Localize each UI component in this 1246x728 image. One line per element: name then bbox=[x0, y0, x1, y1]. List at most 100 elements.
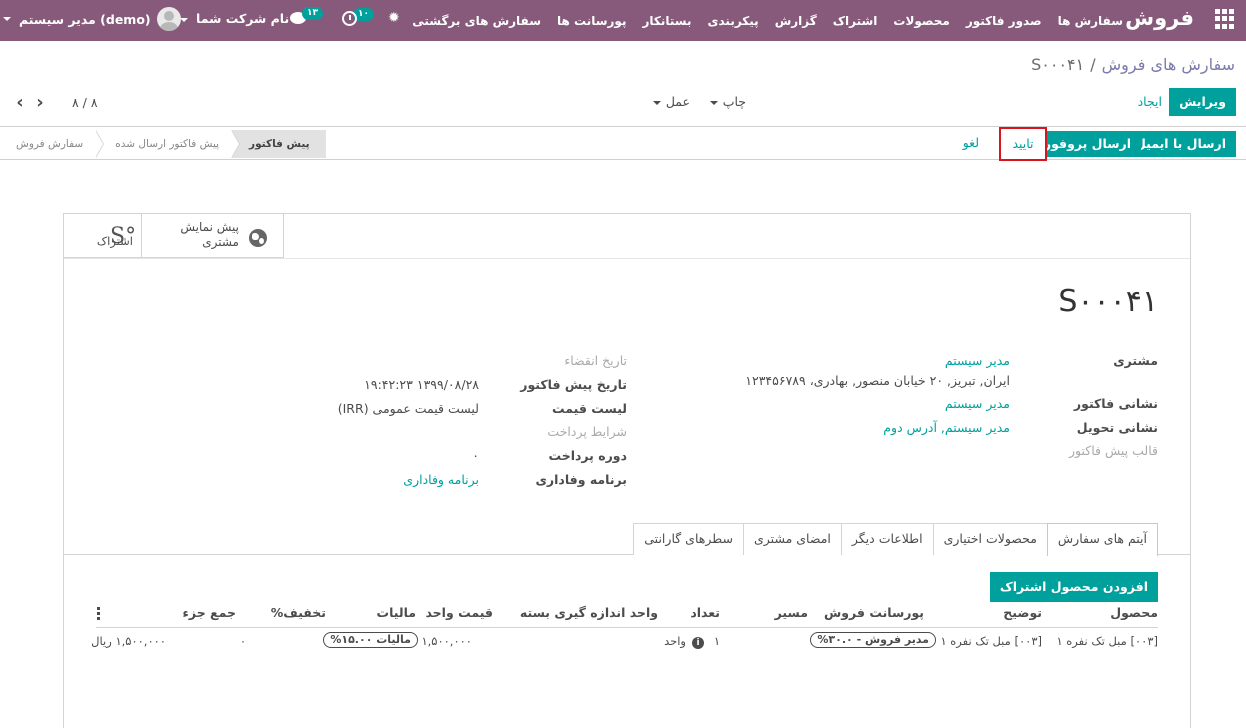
tab-warranty-lines[interactable]: سطرهای گارانتی bbox=[633, 523, 744, 555]
expiration-label: تاریخ انقضاء bbox=[564, 353, 627, 368]
cell-discount: ۰ bbox=[239, 634, 246, 648]
payment-period-value: ۰ bbox=[472, 448, 479, 463]
send-proforma-button[interactable]: ارسال پروفورما bbox=[1031, 131, 1141, 157]
invoice-address-label: نشانی فاکتور bbox=[1073, 396, 1158, 411]
column-commission[interactable]: پورسانت فروش bbox=[824, 605, 924, 620]
breadcrumb-parent[interactable]: سفارش های فروش bbox=[1102, 55, 1235, 74]
tab-optional-products[interactable]: محصولات اختیاری bbox=[932, 523, 1048, 555]
systray: ✹ ۱۰ ۱۳ نام شرکت شما مدیر سیستم (demo) bbox=[0, 0, 420, 41]
chevron-down-icon bbox=[3, 17, 11, 21]
cell-uom: iواحد bbox=[664, 634, 704, 649]
menu-configuration[interactable]: پیکربندی bbox=[708, 14, 759, 28]
menu-returns[interactable]: سفارش های برگشتی bbox=[412, 14, 541, 28]
user-name: مدیر سیستم (demo) bbox=[19, 11, 151, 27]
menu-commissions[interactable]: پورسانت ها bbox=[557, 14, 626, 28]
follow-label: اشتراک bbox=[96, 234, 133, 248]
quotation-date-label: تاریخ پیش فاکتور bbox=[520, 377, 627, 392]
send-by-email-button[interactable]: ارسال با ایمیل bbox=[1124, 131, 1236, 157]
column-unit-price[interactable]: قیمت واحد bbox=[425, 605, 493, 620]
status-bar: ارسال با ایمیل ارسال پروفورما تایید لغو … bbox=[0, 126, 1246, 161]
menu-orders[interactable]: سفارش ها bbox=[1058, 14, 1123, 28]
column-package[interactable]: بسته bbox=[520, 605, 550, 620]
chevron-left-icon[interactable]: ‹ bbox=[10, 92, 30, 113]
cell-product: [۰۰۳] مبل تک نفره ۱ bbox=[1056, 634, 1158, 648]
info-icon[interactable]: i bbox=[692, 637, 704, 649]
quotation-date-value: ۱۳۹۹/۰۸/۲۸ ۱۹:۴۲:۲۳ bbox=[364, 377, 479, 392]
customer-preview-label: پیش نمایش مشتری bbox=[180, 220, 239, 249]
customer-value[interactable]: مدیر سیستم bbox=[945, 353, 1010, 368]
clock-icon bbox=[342, 11, 357, 26]
stage-sale-order[interactable]: سفارش فروش bbox=[6, 130, 105, 158]
quotation-template-label: قالب پیش فاکتور bbox=[1068, 443, 1158, 458]
customer-label: مشتری bbox=[1113, 353, 1158, 368]
pricelist-label: لیست قیمت bbox=[552, 401, 627, 416]
messaging-menu[interactable]: ۱۳ bbox=[290, 7, 323, 24]
tax-tag: مالیات ۱۵.۰۰% bbox=[323, 632, 418, 648]
cell-quantity: ۱ bbox=[713, 634, 720, 648]
chevron-right-icon[interactable]: › bbox=[30, 92, 50, 113]
create-button[interactable]: ایجاد bbox=[1138, 94, 1162, 109]
payment-terms-label: شرایط پرداخت bbox=[547, 424, 627, 439]
customer-preview-button[interactable]: پیش نمایش مشتری bbox=[142, 214, 284, 257]
column-product[interactable]: محصول bbox=[1110, 605, 1158, 620]
activity-menu[interactable]: ۱۰ bbox=[342, 8, 374, 26]
stage-quotation[interactable]: پیش فاکتور bbox=[231, 130, 326, 158]
print-dropdown[interactable]: چاپ bbox=[709, 94, 746, 109]
company-switcher[interactable]: نام شرکت شما bbox=[180, 11, 289, 26]
stage-pipeline: سفارش فروش پیش فاکتور ارسال شده پیش فاکت… bbox=[6, 130, 326, 158]
pager-value[interactable]: ۸ / ۸ bbox=[72, 95, 98, 110]
caret-down-icon bbox=[709, 100, 718, 105]
app-brand: فروش bbox=[1125, 6, 1194, 30]
chevron-down-icon bbox=[180, 17, 188, 22]
stage-quotation-sent[interactable]: پیش فاکتور ارسال شده bbox=[95, 130, 241, 158]
cell-subtotal: ۱,۵۰۰,۰۰۰ ریال bbox=[91, 634, 166, 648]
tab-customer-signature[interactable]: امضای مشتری bbox=[743, 523, 842, 555]
follow-button[interactable]: S° اشتراک bbox=[64, 214, 142, 257]
action-label: عمل bbox=[665, 94, 690, 109]
menu-creditor[interactable]: بستانکار bbox=[642, 14, 691, 28]
cell-commission: مدیر فروش - ۳۰.۰% bbox=[810, 632, 936, 648]
divider bbox=[64, 258, 1190, 259]
tab-other-info[interactable]: اطلاعات دیگر bbox=[840, 523, 934, 555]
breadcrumb-current: S۰۰۰۴۱ bbox=[1031, 55, 1085, 74]
delivery-address-value[interactable]: مدیر سیستم, آدرس دوم bbox=[883, 420, 1010, 435]
column-description[interactable]: توضیح bbox=[1003, 605, 1042, 620]
cell-description: [۰۰۳] مبل تک نفره ۱ bbox=[940, 634, 1042, 648]
confirm-button[interactable]: تایید bbox=[999, 127, 1047, 161]
menu-products[interactable]: محصولات bbox=[893, 14, 949, 28]
order-name: S۰۰۰۴۱ bbox=[1058, 284, 1158, 319]
pricelist-value: لیست قیمت عمومی (IRR) bbox=[337, 401, 479, 416]
menu-reporting[interactable]: گزارش bbox=[775, 14, 817, 28]
debug-bug-icon[interactable]: ✹ bbox=[388, 10, 400, 26]
customer-address: ایران, تبریز, ۲۰ خیابان منصور, بهادری، ۱… bbox=[745, 373, 1010, 388]
menu-invoicing[interactable]: صدور فاکتور bbox=[966, 14, 1042, 28]
form-sheet: S° اشتراک پیش نمایش مشتری S۰۰۰۴۱ مشتری م… bbox=[63, 213, 1191, 728]
add-subscription-product-button[interactable]: افزودن محصول اشتراک bbox=[989, 572, 1158, 602]
notebook-tabs: آیتم های سفارش محصولات اختیاری اطلاعات د… bbox=[633, 523, 1158, 556]
print-label: چاپ bbox=[722, 94, 746, 109]
column-subtotal[interactable]: جمع جزء bbox=[183, 605, 236, 620]
chat-badge: ۱۳ bbox=[302, 7, 323, 20]
cell-taxes: مالیات ۱۵.۰۰% bbox=[323, 632, 418, 648]
top-navbar: فروش سفارش ها صدور فاکتور محصولات اشتراک… bbox=[0, 0, 1246, 41]
invoice-address-value[interactable]: مدیر سیستم bbox=[945, 396, 1010, 411]
column-quantity[interactable]: تعداد bbox=[690, 605, 720, 620]
tab-order-lines[interactable]: آیتم های سفارش bbox=[1046, 523, 1158, 556]
edit-button[interactable]: ویرایش bbox=[1169, 88, 1236, 116]
column-route[interactable]: مسیر bbox=[775, 605, 808, 620]
smart-button-box: S° اشتراک پیش نمایش مشتری bbox=[64, 214, 284, 258]
optional-columns-icon[interactable] bbox=[96, 607, 100, 622]
loyalty-program-value[interactable]: برنامه وفاداری bbox=[403, 472, 479, 487]
payment-period-label: دوره پرداخت bbox=[548, 448, 627, 463]
main-menu: سفارش ها صدور فاکتور محصولات اشتراک گزار… bbox=[396, 0, 1123, 41]
column-taxes[interactable]: مالیات bbox=[377, 605, 416, 620]
action-dropdown[interactable]: عمل bbox=[652, 94, 690, 109]
menu-subscriptions[interactable]: اشتراک bbox=[833, 14, 878, 28]
column-discount[interactable]: تخفیف% bbox=[271, 605, 326, 620]
cancel-button[interactable]: لغو bbox=[954, 131, 988, 157]
delivery-address-label: نشانی تحویل bbox=[1076, 420, 1158, 435]
company-name: نام شرکت شما bbox=[196, 11, 290, 26]
user-menu[interactable]: مدیر سیستم (demo) bbox=[3, 7, 181, 31]
column-uom[interactable]: واحد اندازه گیری bbox=[554, 605, 658, 620]
apps-menu-icon[interactable] bbox=[1214, 9, 1234, 29]
